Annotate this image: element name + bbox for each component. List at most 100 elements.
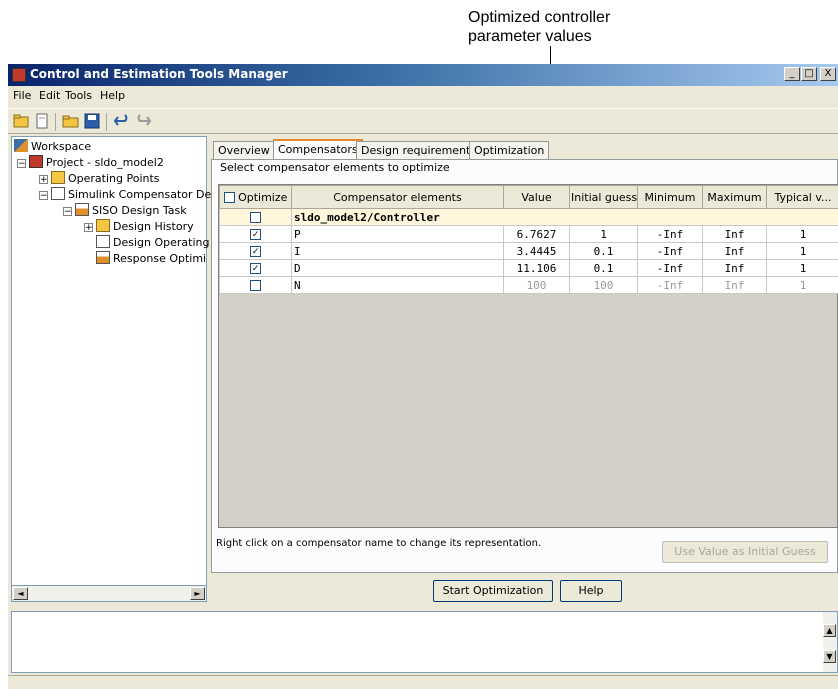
- minimum-cell[interactable]: -Inf: [637, 276, 703, 294]
- maximum-cell[interactable]: Inf: [702, 242, 767, 260]
- header-optimize[interactable]: Optimize: [219, 185, 292, 209]
- typical-value-cell[interactable]: 1: [766, 225, 838, 243]
- tab-overview[interactable]: Overview: [213, 141, 275, 159]
- toolbar-separator: [106, 113, 107, 131]
- collapse-icon[interactable]: −: [17, 159, 26, 169]
- table-cell[interactable]: ✓: [219, 225, 292, 243]
- use-value-as-initial-guess-button[interactable]: Use Value as Initial Guess: [662, 541, 828, 563]
- table-row: ✓ I 3.4445 0.1 -Inf Inf 1: [219, 242, 838, 260]
- annotation-line-2: parameter values: [468, 28, 592, 45]
- minimize-button[interactable]: _: [784, 67, 800, 81]
- table-row: ✓ D 11.106 0.1 -Inf Inf 1: [219, 259, 838, 277]
- typical-value-cell[interactable]: 1: [766, 259, 838, 277]
- collapse-icon[interactable]: −: [39, 191, 48, 201]
- maximize-button[interactable]: □: [801, 67, 817, 81]
- expand-icon[interactable]: +: [39, 175, 48, 185]
- minimum-cell[interactable]: -Inf: [637, 259, 703, 277]
- task-icon: [75, 203, 89, 216]
- menu-tools[interactable]: Tools: [65, 89, 92, 102]
- scroll-right-button[interactable]: ►: [190, 587, 205, 600]
- menu-bar: File Edit Tools Help: [8, 86, 838, 106]
- tree-item-response-optimization[interactable]: Response Optimi: [96, 251, 206, 267]
- element-name[interactable]: D: [291, 259, 504, 277]
- title-bar[interactable]: Control and Estimation Tools Manager _ □…: [8, 64, 838, 86]
- select-all-checkbox[interactable]: [223, 192, 235, 203]
- scroll-up-button[interactable]: ▲: [823, 624, 836, 637]
- tree-item-label: SISO Design Task: [92, 204, 187, 217]
- header-minimum[interactable]: Minimum: [637, 185, 703, 209]
- log-text-area[interactable]: [11, 611, 838, 673]
- log-vertical-scrollbar[interactable]: ▲ ▼: [823, 612, 837, 672]
- tree-item-operating-points[interactable]: + Operating Points: [39, 171, 160, 187]
- project-tree: Workspace − Project - sldo_model2 + Operat…: [11, 136, 211, 598]
- scroll-down-button[interactable]: ▼: [823, 650, 836, 663]
- tree-item-project[interactable]: − Project - sldo_model2: [17, 155, 164, 171]
- tree-item-design-history[interactable]: + Design History: [84, 219, 194, 235]
- tree-item-design-operating[interactable]: Design Operating: [96, 235, 209, 251]
- maximum-cell[interactable]: Inf: [702, 276, 767, 294]
- hint-text: Right click on a compensator name to cha…: [216, 538, 542, 549]
- save-icon[interactable]: [83, 113, 101, 129]
- element-name[interactable]: P: [291, 225, 504, 243]
- header-value[interactable]: Value: [503, 185, 570, 209]
- open-icon[interactable]: [62, 113, 80, 129]
- group-label: Select compensator elements to optimize: [218, 161, 452, 174]
- folder-icon: [51, 171, 65, 184]
- table-cell[interactable]: ✓: [219, 259, 292, 277]
- maximum-cell[interactable]: Inf: [702, 259, 767, 277]
- optimize-checkbox[interactable]: [250, 280, 261, 291]
- minimum-cell[interactable]: -Inf: [637, 242, 703, 260]
- value-cell[interactable]: 3.4445: [503, 242, 570, 260]
- close-button[interactable]: X: [820, 67, 836, 81]
- initial-guess-cell[interactable]: 0.1: [569, 242, 638, 260]
- menu-file[interactable]: File: [13, 89, 31, 102]
- tree-item-simulink-compensator[interactable]: − Simulink Compensator De: [39, 187, 211, 203]
- typical-value-cell[interactable]: 1: [766, 242, 838, 260]
- start-optimization-button[interactable]: Start Optimization: [433, 580, 553, 602]
- header-elements[interactable]: Compensator elements: [291, 185, 504, 209]
- tab-compensators[interactable]: Compensators: [273, 139, 363, 160]
- table-cell[interactable]: [219, 208, 292, 226]
- table-cell[interactable]: [219, 276, 292, 294]
- tab-design-requirements[interactable]: Design requirements: [356, 141, 482, 159]
- element-name[interactable]: I: [291, 242, 504, 260]
- initial-guess-cell[interactable]: 100: [569, 276, 638, 294]
- new-project-icon[interactable]: [12, 113, 30, 129]
- menu-help[interactable]: Help: [100, 89, 125, 102]
- status-bar: [8, 675, 838, 689]
- optimize-checkbox[interactable]: ✓: [250, 229, 261, 240]
- new-task-icon[interactable]: [33, 113, 51, 129]
- undo-icon[interactable]: [113, 113, 131, 129]
- initial-guess-cell[interactable]: 0.1: [569, 259, 638, 277]
- tree-item-siso-design-task[interactable]: − SISO Design Task: [63, 203, 187, 219]
- header-maximum[interactable]: Maximum: [702, 185, 767, 209]
- minimum-cell[interactable]: -Inf: [637, 225, 703, 243]
- tree-item-label: Workspace: [31, 140, 92, 153]
- optimize-checkbox[interactable]: [250, 212, 261, 223]
- expand-icon[interactable]: +: [84, 223, 93, 233]
- optimize-checkbox[interactable]: ✓: [250, 263, 261, 274]
- initial-guess-cell[interactable]: 1: [569, 225, 638, 243]
- maximum-cell[interactable]: Inf: [702, 225, 767, 243]
- tab-optimization[interactable]: Optimization: [469, 141, 550, 159]
- tree-item-label: Simulink Compensator De: [68, 188, 212, 201]
- group-name: sldo_model2/Controller: [291, 208, 838, 226]
- value-cell[interactable]: 11.106: [503, 259, 570, 277]
- header-initial-guess[interactable]: Initial guess: [569, 185, 638, 209]
- tree-horizontal-scrollbar[interactable]: ◄ ►: [11, 585, 207, 602]
- table-row: N 100 100 -Inf Inf 1: [219, 276, 838, 294]
- redo-icon[interactable]: [134, 113, 152, 129]
- optimize-checkbox[interactable]: ✓: [250, 246, 261, 257]
- value-cell[interactable]: 100: [503, 276, 570, 294]
- menu-edit[interactable]: Edit: [39, 89, 60, 102]
- help-button[interactable]: Help: [560, 580, 622, 602]
- header-typical-value[interactable]: Typical v...: [766, 185, 838, 209]
- collapse-icon[interactable]: −: [63, 207, 72, 217]
- project-icon: [29, 155, 43, 168]
- typical-value-cell[interactable]: 1: [766, 276, 838, 294]
- table-cell[interactable]: ✓: [219, 242, 292, 260]
- value-cell[interactable]: 6.7627: [503, 225, 570, 243]
- tree-item-workspace[interactable]: Workspace: [14, 139, 91, 155]
- element-name[interactable]: N: [291, 276, 504, 294]
- scroll-left-button[interactable]: ◄: [13, 587, 28, 600]
